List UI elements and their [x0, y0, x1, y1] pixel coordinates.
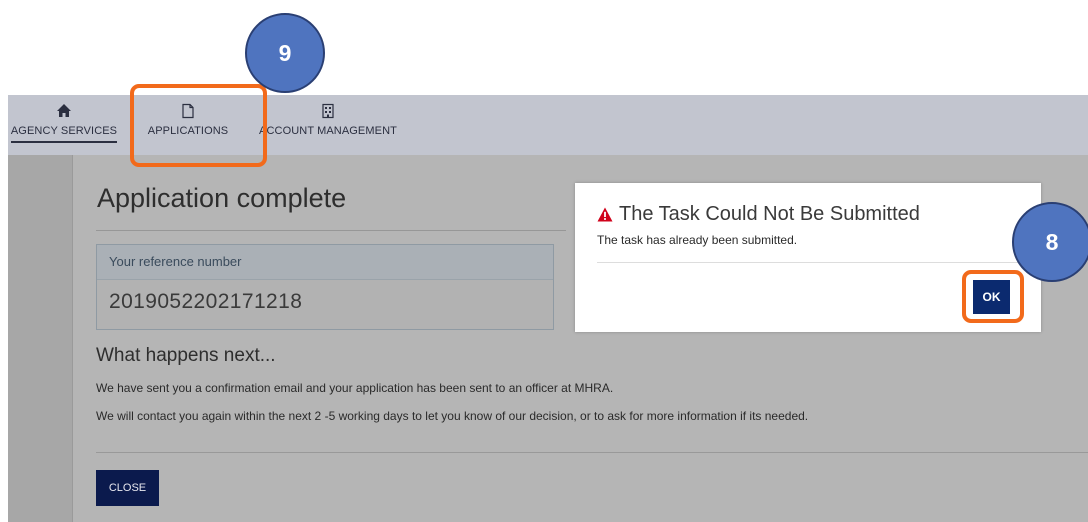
- warning-icon: [597, 207, 613, 222]
- modal-title-text: The Task Could Not Be Submitted: [619, 203, 920, 225]
- home-icon: [57, 104, 71, 117]
- next-steps-heading: What happens next...: [96, 345, 276, 366]
- reference-number: 2019052202171218: [109, 290, 303, 313]
- modal-title: The Task Could Not Be Submitted: [597, 203, 920, 226]
- nav-label-account-management: ACCOUNT MANAGEMENT: [259, 125, 397, 137]
- contact-text: We will contact you again within the nex…: [96, 409, 809, 423]
- nav-item-account-management[interactable]: ACCOUNT MANAGEMENT: [248, 95, 408, 155]
- close-button[interactable]: CLOSE: [96, 470, 159, 506]
- nav-item-agency-services[interactable]: AGENCY SERVICES: [8, 95, 120, 155]
- title-divider: [96, 230, 566, 231]
- step-9-callout: 9: [245, 13, 325, 93]
- page-title: Application complete: [97, 183, 347, 213]
- content-divider: [96, 452, 1088, 453]
- building-icon: [322, 103, 334, 119]
- modal-divider: [597, 262, 1020, 263]
- step-8-callout: 8: [1012, 202, 1088, 282]
- ok-highlight-box: [962, 270, 1024, 323]
- applications-highlight-box: [130, 84, 267, 167]
- nav-label-agency-services: AGENCY SERVICES: [10, 125, 118, 143]
- reference-box: Your reference number 2019052202171218: [96, 244, 554, 330]
- reference-label: Your reference number: [97, 245, 553, 280]
- confirmation-text: We have sent you a confirmation email an…: [96, 381, 614, 395]
- modal-message: The task has already been submitted.: [597, 233, 798, 247]
